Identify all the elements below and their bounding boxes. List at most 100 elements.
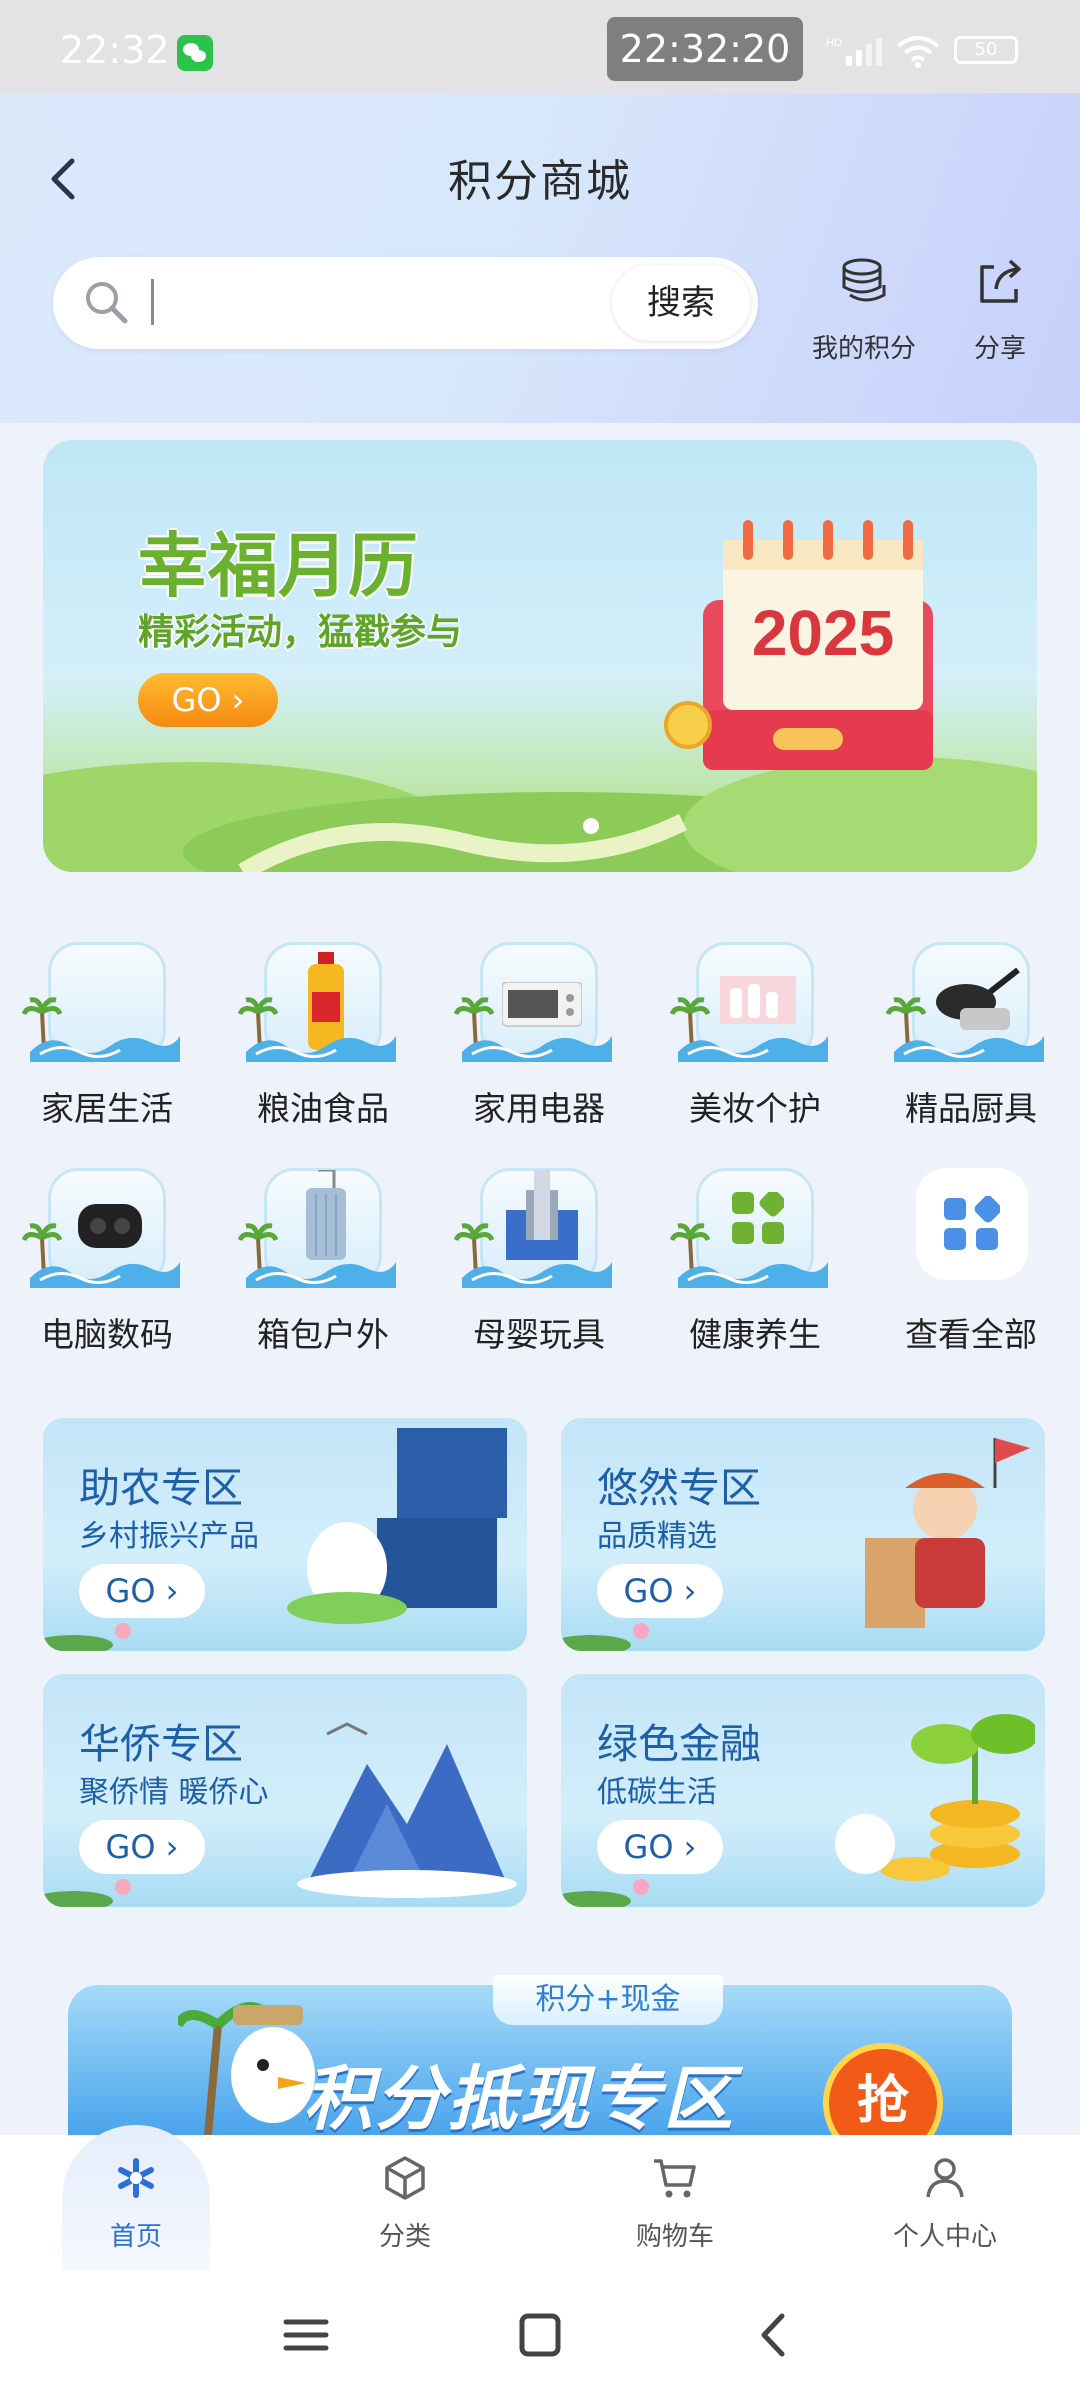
system-navigation-bar — [0, 2270, 1080, 2400]
signal-icon: HD — [826, 37, 882, 66]
profile-icon — [926, 2158, 964, 2198]
category-label: 家居生活 — [41, 1089, 173, 1128]
earbuds-case-icon — [78, 1204, 142, 1248]
tab-home[interactable]: 首页 — [56, 2153, 216, 2253]
category-kitchenware[interactable]: 精品厨具 — [864, 930, 1064, 1130]
tab-cart[interactable]: 购物车 — [595, 2153, 755, 2253]
search-bar[interactable]: 搜索 — [53, 257, 758, 349]
my-points-button[interactable]: 我的积分 — [800, 255, 928, 365]
category-label: 粮油食品 — [257, 1089, 389, 1128]
zone-go-button[interactable]: GO › — [597, 1564, 723, 1618]
all-categories-icon — [944, 1196, 1000, 1250]
share-label: 分享 — [973, 334, 1026, 364]
my-points-label: 我的积分 — [811, 334, 916, 364]
category-label: 美妆个护 — [689, 1089, 821, 1128]
zone-subtitle: 低碳生活 — [597, 1775, 717, 1810]
zone-subtitle: 品质精选 — [597, 1519, 717, 1554]
category-luggage-outdoor[interactable]: 箱包户外 — [216, 1156, 416, 1356]
share-icon — [980, 259, 1021, 303]
status-time: 22:32 — [60, 28, 170, 72]
home-icon — [118, 2158, 154, 2198]
page-title: 积分商城 — [448, 156, 632, 207]
back-triangle-icon[interactable] — [744, 2310, 804, 2360]
zone-card-leisure[interactable]: 悠然专区 品质精选 GO › — [561, 1418, 1045, 1651]
category-grain-oil-food[interactable]: 粮油食品 — [216, 930, 416, 1130]
category-label: 电脑数码 — [41, 1315, 173, 1354]
category-icon — [385, 2156, 425, 2200]
search-icon — [86, 282, 128, 324]
status-bar: 22:32 22:32:20 HD 50 — [0, 0, 1080, 93]
wave-decoration — [678, 1262, 828, 1288]
elder-mascot-illustration — [865, 1438, 1030, 1628]
green-grid-icon — [732, 1192, 784, 1244]
calendar-year: 2025 — [752, 597, 894, 669]
category-health-wellness[interactable]: 健康养生 — [648, 1156, 848, 1356]
category-home-appliances[interactable]: 家用电器 — [432, 930, 632, 1130]
all-categories-tile — [916, 1168, 1028, 1280]
zone-go-button[interactable]: GO › — [597, 1820, 723, 1874]
category-label: 精品厨具 — [905, 1089, 1037, 1128]
zone-go-button[interactable]: GO › — [79, 1820, 205, 1874]
share-button[interactable]: 分享 — [950, 255, 1050, 365]
promo-title: 积分抵现专区 — [303, 2058, 735, 2140]
wifi-icon — [896, 36, 940, 68]
coins-icon — [842, 258, 886, 302]
category-beauty-care[interactable]: 美妆个护 — [648, 930, 848, 1130]
zone-title: 悠然专区 — [597, 1464, 761, 1512]
tab-label: 分类 — [378, 2222, 431, 2252]
banner-subtitle: 精彩活动，猛戳参与 — [138, 612, 463, 653]
tab-category[interactable]: 分类 — [325, 2153, 485, 2253]
zone-card-green-finance[interactable]: 绿色金融 低碳生活 GO › — [561, 1674, 1045, 1907]
status-icons: HD 50 — [826, 30, 1022, 70]
wave-decoration — [462, 1036, 612, 1062]
category-label: 家用电器 — [473, 1089, 605, 1128]
cosmetics-box-icon — [720, 976, 796, 1024]
wave-decoration — [246, 1262, 396, 1288]
coins-sprout-illustration — [835, 1714, 1035, 1881]
wave-decoration — [246, 1036, 396, 1062]
wave-decoration — [678, 1036, 828, 1062]
clock-overlay: 22:32:20 — [607, 17, 803, 81]
wave-decoration — [30, 1036, 180, 1062]
category-baby-toys[interactable]: 母婴玩具 — [432, 1156, 632, 1356]
tab-profile[interactable]: 个人中心 — [865, 2153, 1025, 2253]
category-label: 查看全部 — [905, 1315, 1037, 1354]
zone-subtitle: 聚侨情 暖侨心 — [79, 1775, 269, 1810]
wave-decoration — [894, 1036, 1044, 1062]
wave-decoration — [462, 1262, 612, 1288]
points-cash-promo-banner[interactable]: 积分+现金 积分抵现专区 抢 — [68, 1975, 1012, 2163]
zone-card-agriculture[interactable]: 助农专区 乡村振兴产品 GO › — [43, 1418, 527, 1651]
wechat-notification-icon — [177, 35, 213, 71]
battery-indicator: 50 — [954, 36, 1018, 64]
category-computer-digital[interactable]: 电脑数码 — [0, 1156, 200, 1356]
tab-label: 购物车 — [635, 2222, 714, 2252]
tab-label: 首页 — [109, 2222, 162, 2252]
cart-icon — [654, 2159, 696, 2198]
category-label: 母婴玩具 — [473, 1315, 605, 1354]
category-label: 健康养生 — [689, 1315, 821, 1354]
calendar-illustration: 2025 — [664, 520, 933, 770]
mountain-crane-illustration — [297, 1722, 517, 1898]
zone-card-overseas-chinese[interactable]: 华侨专区 聚侨情 暖侨心 GO › — [43, 1674, 527, 1907]
category-view-all[interactable]: 查看全部 — [864, 1156, 1064, 1356]
svg-text:HD: HD — [826, 37, 842, 49]
wave-decoration — [30, 1262, 180, 1288]
zone-title: 绿色金融 — [597, 1720, 761, 1768]
home-square-icon[interactable] — [510, 2310, 570, 2360]
category-label: 箱包户外 — [257, 1315, 389, 1354]
search-button[interactable]: 搜索 — [612, 265, 750, 341]
banner-title: 幸福月历 — [138, 525, 418, 607]
zone-go-button[interactable]: GO › — [79, 1564, 205, 1618]
zone-title: 助农专区 — [79, 1464, 243, 1512]
promo-tag: 积分+现金 — [493, 1975, 723, 2025]
bottom-tab-bar: 首页 分类 购物车 个人中心 — [0, 2125, 1080, 2275]
category-home-living[interactable]: 家居生活 — [0, 930, 200, 1130]
banner-go-button[interactable]: GO › — [138, 673, 278, 727]
carousel-dot-active[interactable] — [583, 818, 599, 834]
zone-subtitle: 乡村振兴产品 — [79, 1519, 259, 1554]
menu-icon[interactable] — [276, 2310, 336, 2360]
search-input[interactable] — [151, 279, 154, 325]
farm-products-box-illustration — [287, 1428, 507, 1624]
promo-banner-carousel[interactable]: 幸福月历 精彩活动，猛戳参与 GO › 2025 — [43, 440, 1037, 872]
tab-label: 个人中心 — [892, 2222, 997, 2252]
